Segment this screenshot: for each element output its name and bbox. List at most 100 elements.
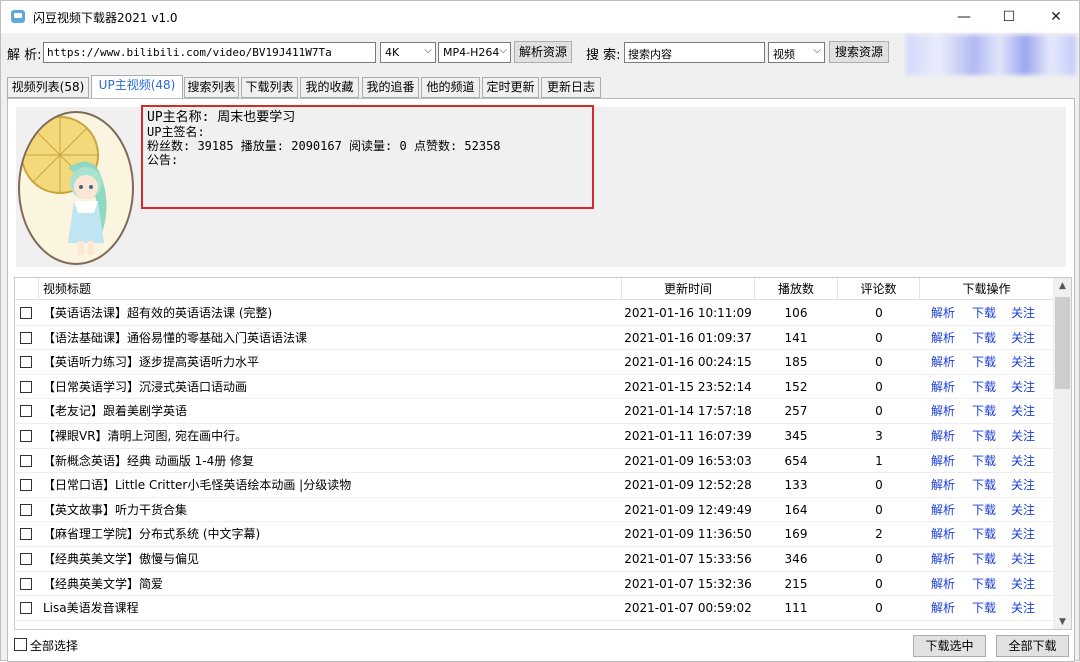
download-link[interactable]: 下载: [972, 522, 996, 546]
row-checkbox[interactable]: [20, 528, 32, 541]
follow-link[interactable]: 关注: [1011, 424, 1035, 448]
follow-link[interactable]: 关注: [1011, 522, 1035, 546]
tab-channel[interactable]: 他的频道: [421, 77, 480, 98]
download-link[interactable]: 下载: [972, 547, 996, 571]
download-link[interactable]: 下载: [972, 375, 996, 399]
follow-link[interactable]: 关注: [1011, 449, 1035, 473]
header-title[interactable]: 视频标题: [39, 278, 622, 300]
download-link[interactable]: 下载: [972, 572, 996, 596]
search-type-select[interactable]: 视频 ⌵: [768, 42, 825, 63]
table-row[interactable]: 【老友记】跟着美剧学英语 2021-01-14 17:57:18 257 0 解析 下载关…: [15, 399, 1053, 424]
parse-link[interactable]: 解析: [931, 572, 955, 596]
follow-link[interactable]: 关注: [1011, 596, 1035, 620]
table-row[interactable]: 【英文故事】听力干货合集 2021-01-09 12:49:49 164 0 解析 下载关…: [15, 498, 1053, 523]
download-link[interactable]: 下载: [972, 424, 996, 448]
table-row[interactable]: 【日常口语】Little Critter小毛怪英语绘本动画 |分级读物 2021-…: [15, 473, 1053, 498]
parse-link[interactable]: 解析: [931, 326, 955, 350]
url-input[interactable]: https://www.bilibili.com/video/BV19J411W…: [43, 42, 376, 63]
parse-link[interactable]: 解析: [931, 424, 955, 448]
quality-select[interactable]: 4K ⌵: [380, 42, 436, 63]
follow-link[interactable]: 关注: [1011, 498, 1035, 522]
header-plays[interactable]: 播放数: [755, 278, 838, 300]
parse-link[interactable]: 解析: [931, 522, 955, 546]
header-comments[interactable]: 评论数: [838, 278, 920, 300]
parse-link[interactable]: 解析: [931, 596, 955, 620]
table-row[interactable]: 【麻省理工学院】分布式系统 (中文字幕) 2021-01-09 11:36:50 1…: [15, 522, 1053, 547]
parse-link[interactable]: 解析: [931, 498, 955, 522]
download-link[interactable]: 下载: [972, 301, 996, 325]
scroll-thumb[interactable]: [1055, 297, 1070, 389]
row-checkbox[interactable]: [20, 553, 32, 565]
vertical-scrollbar[interactable]: ▲ ▼: [1053, 278, 1071, 629]
download-all-button[interactable]: 全部下载: [996, 635, 1069, 657]
download-link[interactable]: 下载: [972, 399, 996, 423]
download-selected-button[interactable]: 下载选中: [913, 635, 986, 657]
row-checkbox[interactable]: [20, 380, 32, 393]
tab-favorites[interactable]: 我的收藏: [300, 77, 359, 98]
tab-scheduled-update[interactable]: 定时更新: [482, 77, 539, 98]
download-link[interactable]: 下载: [972, 449, 996, 473]
tab-up-videos[interactable]: UP主视频(48): [91, 75, 183, 99]
row-checkbox[interactable]: [20, 331, 32, 344]
format-select[interactable]: MP4-H264 ⌵: [438, 42, 511, 63]
row-checkbox[interactable]: [20, 430, 32, 442]
follow-link[interactable]: 关注: [1011, 375, 1035, 399]
parse-link[interactable]: 解析: [931, 449, 955, 473]
row-checkbox[interactable]: [20, 356, 32, 369]
table-row[interactable]: 【日常英语学习】沉浸式英语口语动画 2021-01-15 23:52:14 152 0…: [15, 375, 1053, 400]
download-link[interactable]: 下载: [972, 350, 996, 374]
row-checkbox[interactable]: [20, 405, 32, 418]
follow-link[interactable]: 关注: [1011, 547, 1035, 571]
table-row[interactable]: 【语法基础课】通俗易懂的零基础入门英语语法课 2021-01-16 01:09:3…: [15, 326, 1053, 351]
table-row[interactable]: 【新概念英语】经典 动画版 1-4册 修复 2021-01-09 16:53:03…: [15, 449, 1053, 474]
parse-link[interactable]: 解析: [931, 399, 955, 423]
update-time: 2021-01-14 17:57:18: [624, 404, 752, 419]
search-button[interactable]: 搜索资源: [829, 41, 889, 63]
download-link[interactable]: 下载: [972, 326, 996, 350]
table-row[interactable]: 【裸眼VR】清明上河图, 宛在画中行。 2021-01-11 16:07:39 34…: [15, 424, 1053, 449]
table-row[interactable]: 【英语语法课】超有效的英语语法课 (完整) 2021-01-16 10:11:09…: [15, 301, 1053, 326]
follow-link[interactable]: 关注: [1011, 301, 1035, 325]
tab-download-list[interactable]: 下载列表: [241, 77, 298, 98]
tab-bangumi[interactable]: 我的追番: [362, 77, 419, 98]
minimize-button[interactable]: —: [941, 1, 987, 33]
download-link[interactable]: 下载: [972, 498, 996, 522]
row-checkbox[interactable]: [20, 479, 32, 492]
follow-link[interactable]: 关注: [1011, 572, 1035, 596]
download-link[interactable]: 下载: [972, 473, 996, 497]
tab-search-list[interactable]: 搜索列表: [184, 77, 239, 98]
header-time[interactable]: 更新时间: [622, 278, 755, 300]
follow-link[interactable]: 关注: [1011, 399, 1035, 423]
chevron-down-icon: ⌵: [424, 45, 432, 56]
table-row[interactable]: Lisa美语发音课程 2021-01-07 00:59:02 111 0 解析 下载 关注: [15, 596, 1053, 621]
maximize-button[interactable]: ☐: [986, 1, 1032, 33]
parse-link[interactable]: 解析: [931, 375, 955, 399]
follow-link[interactable]: 关注: [1011, 473, 1035, 497]
parse-link[interactable]: 解析: [931, 301, 955, 325]
select-all-checkbox[interactable]: [14, 638, 27, 651]
row-checkbox[interactable]: [20, 454, 32, 467]
follow-link[interactable]: 关注: [1011, 326, 1035, 350]
table-row[interactable]: 【经典英美文学】简爱 2021-01-07 15:32:36 215 0 解析 下载 关注: [15, 572, 1053, 597]
table-row[interactable]: 【经典英美文学】傲慢与偏见 2021-01-07 15:33:56 346 0 解析 下载…: [15, 547, 1053, 572]
row-checkbox[interactable]: [20, 577, 32, 590]
row-checkbox[interactable]: [20, 503, 32, 516]
tab-changelog[interactable]: 更新日志: [541, 77, 601, 98]
follow-link[interactable]: 关注: [1011, 350, 1035, 374]
row-checkbox[interactable]: [20, 602, 32, 615]
parse-button[interactable]: 解析资源: [514, 41, 572, 63]
search-input[interactable]: 搜索内容: [624, 42, 765, 63]
table-row[interactable]: 【英语听力练习】逐步提高英语听力水平 2021-01-16 00:24:15 185…: [15, 350, 1053, 375]
user-avatar-blurred[interactable]: [906, 35, 1076, 75]
scroll-up-icon[interactable]: ▲: [1053, 278, 1071, 295]
close-button[interactable]: ✕: [1033, 1, 1079, 33]
row-checkbox[interactable]: [20, 307, 32, 319]
parse-link[interactable]: 解析: [931, 350, 955, 374]
download-link[interactable]: 下载: [972, 596, 996, 620]
parse-link[interactable]: 解析: [931, 547, 955, 571]
tab-video-list[interactable]: 视频列表(58): [7, 77, 89, 98]
update-time: 2021-01-16 10:11:09: [624, 306, 752, 320]
select-all-label[interactable]: 全部选择: [30, 637, 78, 654]
scroll-down-icon[interactable]: ▼: [1053, 614, 1071, 629]
parse-link[interactable]: 解析: [931, 473, 955, 497]
